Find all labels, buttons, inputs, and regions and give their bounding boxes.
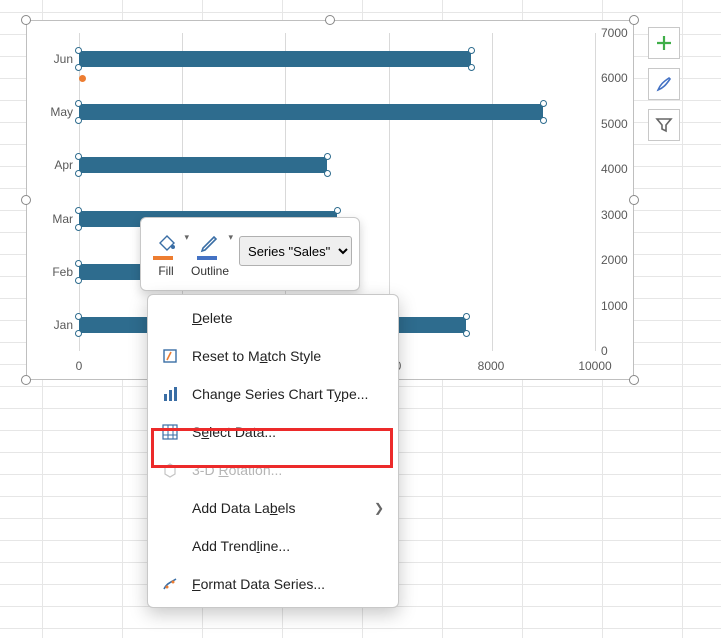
category-label: Jun	[27, 52, 73, 66]
secondary-y-tick-label: 6000	[601, 71, 628, 85]
ctx-add-trendline[interactable]: Add Trendline...	[148, 527, 398, 565]
x-tick-label: 10000	[578, 359, 611, 373]
ctx-add-data-labels[interactable]: Add Data Labels ❯	[148, 489, 398, 527]
chart-type-icon	[160, 384, 180, 404]
ctx-format-data-series[interactable]: Format Data Series...	[148, 565, 398, 603]
resize-handle[interactable]	[325, 15, 335, 25]
secondary-y-tick-label: 3000	[601, 208, 628, 222]
gridline	[492, 33, 493, 351]
category-label: Apr	[27, 158, 73, 172]
format-series-icon	[160, 574, 180, 594]
gridline	[595, 33, 596, 351]
ctx-delete[interactable]: Delete	[148, 299, 398, 337]
resize-handle[interactable]	[21, 195, 31, 205]
secondary-y-tick-label: 0	[601, 344, 608, 358]
secondary-y-tick-label: 5000	[601, 117, 628, 131]
chart-styles-button[interactable]	[648, 68, 680, 100]
x-tick-label: 8000	[478, 359, 505, 373]
bar-apr[interactable]	[79, 157, 595, 173]
secondary-series-marker[interactable]	[79, 75, 86, 82]
secondary-y-tick-label: 7000	[601, 26, 628, 40]
context-menu: Delete Reset to Match Style Change Serie…	[147, 294, 399, 608]
chart-filter-button[interactable]	[648, 109, 680, 141]
outline-label: Outline	[191, 264, 229, 278]
chevron-right-icon: ❯	[374, 501, 384, 515]
reset-style-icon	[160, 346, 180, 366]
category-label: Feb	[27, 265, 73, 279]
ctx-delete-rest: elete	[202, 310, 232, 326]
fill-bucket-icon	[154, 231, 178, 255]
resize-handle[interactable]	[21, 375, 31, 385]
resize-handle[interactable]	[629, 375, 639, 385]
funnel-icon	[655, 116, 673, 134]
secondary-y-tick-label: 2000	[601, 253, 628, 267]
fill-label: Fill	[158, 264, 173, 278]
secondary-y-tick-label: 1000	[601, 299, 628, 313]
spreadsheet-canvas: Jun May Apr Mar Feb Jan 0 2000 4000 6000…	[0, 0, 721, 638]
category-label: May	[27, 105, 73, 119]
x-tick-label: 0	[76, 359, 83, 373]
ctx-select-data[interactable]: Select Data...	[148, 413, 398, 451]
ctx-3d-rotation: 3-D Rotation...	[148, 451, 398, 489]
outline-pen-icon	[198, 231, 222, 255]
chart-elements-button[interactable]	[648, 27, 680, 59]
resize-handle[interactable]	[629, 15, 639, 25]
fill-tool[interactable]: ▾ Fill	[151, 224, 181, 278]
cube-icon	[160, 460, 180, 480]
select-data-icon	[160, 422, 180, 442]
category-label: Mar	[27, 212, 73, 226]
ctx-reset-style[interactable]: Reset to Match Style	[148, 337, 398, 375]
category-label: Jan	[27, 318, 73, 332]
plus-icon	[655, 34, 673, 52]
brush-icon	[655, 75, 673, 93]
secondary-y-tick-label: 4000	[601, 162, 628, 176]
bar-may[interactable]	[79, 104, 595, 120]
resize-handle[interactable]	[629, 195, 639, 205]
ctx-change-chart-type[interactable]: Change Series Chart Type...	[148, 375, 398, 413]
mini-toolbar: ▾ Fill ▾ Outline Series "Sales"	[140, 217, 360, 291]
series-selector-dropdown[interactable]: Series "Sales"	[239, 236, 352, 266]
outline-tool[interactable]: ▾ Outline	[191, 224, 229, 278]
resize-handle[interactable]	[21, 15, 31, 25]
bar-jun[interactable]	[79, 51, 595, 67]
